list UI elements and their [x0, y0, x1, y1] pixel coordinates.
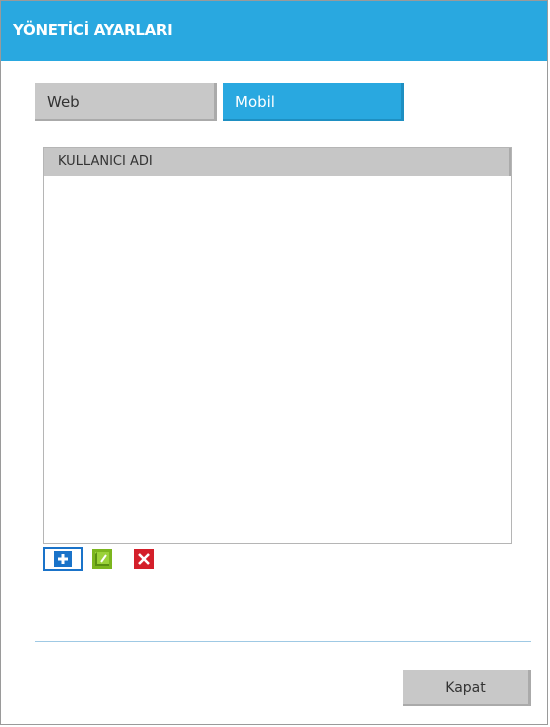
admin-settings-dialog: YÖNETİCİ AYARLARI Web Mobil KULLANICI AD… — [0, 0, 548, 725]
close-x-icon — [138, 553, 150, 565]
grid-header: KULLANICI ADI — [44, 148, 511, 176]
plus-icon — [54, 551, 72, 567]
column-header-username[interactable]: KULLANICI ADI — [58, 154, 153, 169]
users-grid: KULLANICI ADI — [43, 147, 512, 544]
close-button[interactable]: Kapat — [403, 670, 531, 706]
tab-web[interactable]: Web — [35, 83, 217, 121]
dialog-title: YÖNETİCİ AYARLARI — [13, 21, 173, 39]
delete-button[interactable] — [134, 549, 154, 569]
edit-button[interactable] — [92, 549, 112, 569]
grid-body[interactable] — [44, 176, 511, 543]
footer-divider — [35, 641, 531, 642]
title-bar: YÖNETİCİ AYARLARI — [1, 1, 547, 61]
tab-mobil[interactable]: Mobil — [223, 83, 404, 121]
add-button[interactable] — [43, 547, 83, 571]
edit-icon — [95, 552, 109, 566]
